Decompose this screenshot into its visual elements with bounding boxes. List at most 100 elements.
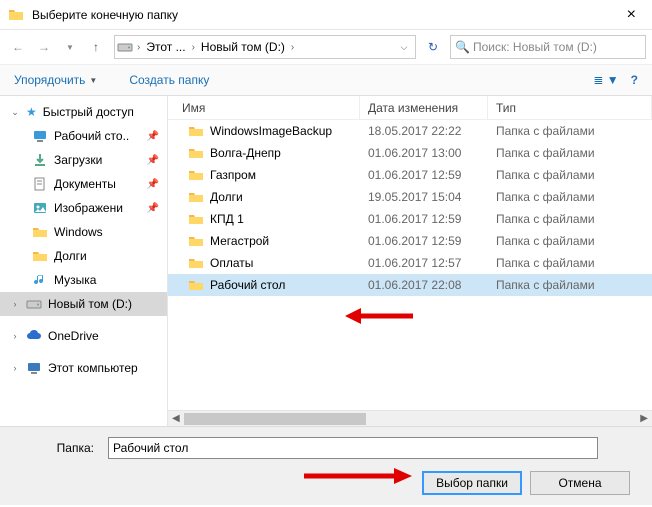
nav-back-button[interactable]: ← [6,35,30,59]
pin-icon: 📌 [147,131,159,142]
sidebar-item[interactable]: Изображени📌 [0,196,167,220]
file-name: Волга-Днепр [210,146,281,160]
table-row[interactable]: WindowsImageBackup18.05.2017 22:22Папка … [168,120,652,142]
scroll-right-arrow[interactable]: ▶ [638,413,650,424]
sidebar-item[interactable]: Документы 📌 [0,172,167,196]
sidebar-item-label: Windows [54,225,103,239]
file-type: Папка с файлами [488,212,652,226]
sidebar: ⌄ ★ Быстрый доступ Рабочий сто.. 📌 Загрузк… [0,96,168,426]
file-type: Папка с файлами [488,256,652,270]
file-name: Оплаты [210,256,253,270]
pin-icon: 📌 [147,203,159,214]
downloads-icon [32,152,48,168]
view-button[interactable]: ≣ ▼ [587,69,624,91]
chevron-right-icon[interactable]: › [135,42,142,53]
sidebar-item[interactable]: Долги [0,244,167,268]
sidebar-this-pc[interactable]: › Этот компьютер [0,356,167,380]
chevron-right-icon[interactable]: › [289,42,296,53]
sidebar-item[interactable]: › Новый том (D:) [0,292,167,316]
sidebar-item[interactable]: Музыка [0,268,167,292]
cancel-button[interactable]: Отмена [530,471,630,495]
breadcrumb-drive[interactable]: Новый том (D:) [197,36,289,58]
search-placeholder: Поиск: Новый том (D:) [473,40,597,54]
window-folder-icon [8,7,24,23]
pc-icon [26,360,42,376]
search-icon: 🔍 [455,40,469,54]
folder-name-input[interactable] [108,437,598,459]
close-button[interactable]: × [619,6,644,24]
expand-icon[interactable]: › [10,299,20,309]
collapse-icon[interactable]: ⌄ [10,107,20,118]
sidebar-item-label: Рабочий сто.. [54,129,129,143]
help-button[interactable]: ? [625,69,644,91]
nav-history-button[interactable]: ▼ [58,35,82,59]
table-row[interactable]: Рабочий стол01.06.2017 22:08Папка с файл… [168,274,652,296]
folder-icon [188,167,204,183]
view-list-icon: ≣ [593,73,603,87]
file-type: Папка с файлами [488,234,652,248]
folder-icon [32,224,48,240]
folder-icon [188,211,204,227]
select-folder-button[interactable]: Выбор папки [422,471,522,495]
address-bar[interactable]: › Этот ... › Новый том (D:) › ⌵ [114,35,416,59]
pictures-icon [32,200,48,216]
sidebar-onedrive[interactable]: › OneDrive [0,324,167,348]
drive-icon [117,41,133,53]
chevron-down-icon: ▼ [607,73,619,87]
window-title: Выберите конечную папку [32,8,619,22]
file-date: 01.06.2017 12:59 [360,234,488,248]
file-name: WindowsImageBackup [210,124,332,138]
table-row[interactable]: Волга-Днепр 01.06.2017 13:00Папка с файла… [168,142,652,164]
file-date: 01.06.2017 22:08 [360,278,488,292]
column-type[interactable]: Тип [488,96,652,119]
file-name: КПД 1 [210,212,244,226]
sidebar-item-label: Долги [54,249,87,263]
sidebar-item[interactable]: Windows [0,220,167,244]
sidebar-item-label: Музыка [54,273,96,287]
address-dropdown-button[interactable]: ⌵ [395,42,413,53]
refresh-button[interactable]: ↻ [422,40,444,54]
folder-icon [188,277,204,293]
column-date[interactable]: Дата изменения [360,96,488,119]
music-icon [32,272,48,288]
file-name: Газпром [210,168,256,182]
table-row[interactable]: Оплаты 01.06.2017 12:57Папка с файлами [168,252,652,274]
breadcrumb-root[interactable]: Этот ... [142,36,189,58]
file-date: 01.06.2017 12:57 [360,256,488,270]
file-date: 01.06.2017 12:59 [360,168,488,182]
sidebar-item[interactable]: Рабочий сто.. 📌 [0,124,167,148]
organize-button[interactable]: Упорядочить▼ [8,69,103,91]
column-name[interactable]: Имя [168,96,360,119]
table-row[interactable]: Газпром01.06.2017 12:59Папка с файлами [168,164,652,186]
folder-icon [188,255,204,271]
file-list: WindowsImageBackup18.05.2017 22:22Папка … [168,120,652,410]
chevron-right-icon[interactable]: › [190,42,197,53]
horizontal-scrollbar[interactable]: ◀ ▶ [168,410,652,426]
sidebar-item[interactable]: Загрузки📌 [0,148,167,172]
chevron-down-icon: ▼ [89,76,97,85]
folder-icon [32,248,48,264]
scroll-left-arrow[interactable]: ◀ [170,413,182,424]
nav-up-button[interactable]: ↑ [84,35,108,59]
sidebar-item-label: Загрузки [54,153,102,167]
file-date: 19.05.2017 15:04 [360,190,488,204]
new-folder-button[interactable]: Создать папку [123,69,215,91]
scroll-thumb[interactable] [184,413,366,425]
file-date: 01.06.2017 12:59 [360,212,488,226]
sidebar-item-label: Документы [54,177,116,191]
table-row[interactable]: КПД 1 01.06.2017 12:59Папка с файлами [168,208,652,230]
nav-forward-button[interactable]: → [32,35,56,59]
search-input[interactable]: 🔍 Поиск: Новый том (D:) [450,35,646,59]
sidebar-quick-access[interactable]: ⌄ ★ Быстрый доступ [0,100,167,124]
pin-icon: 📌 [147,179,159,190]
star-icon: ★ [26,105,37,119]
table-row[interactable]: Мегастрой01.06.2017 12:59Папка с файлами [168,230,652,252]
expand-icon[interactable]: › [10,363,20,373]
sidebar-item-label: Новый том (D:) [48,297,132,311]
file-date: 01.06.2017 13:00 [360,146,488,160]
file-type: Папка с файлами [488,146,652,160]
table-row[interactable]: Долги19.05.2017 15:04Папка с файлами [168,186,652,208]
help-icon: ? [631,73,638,87]
drive-icon [26,296,42,312]
expand-icon[interactable]: › [10,331,20,341]
